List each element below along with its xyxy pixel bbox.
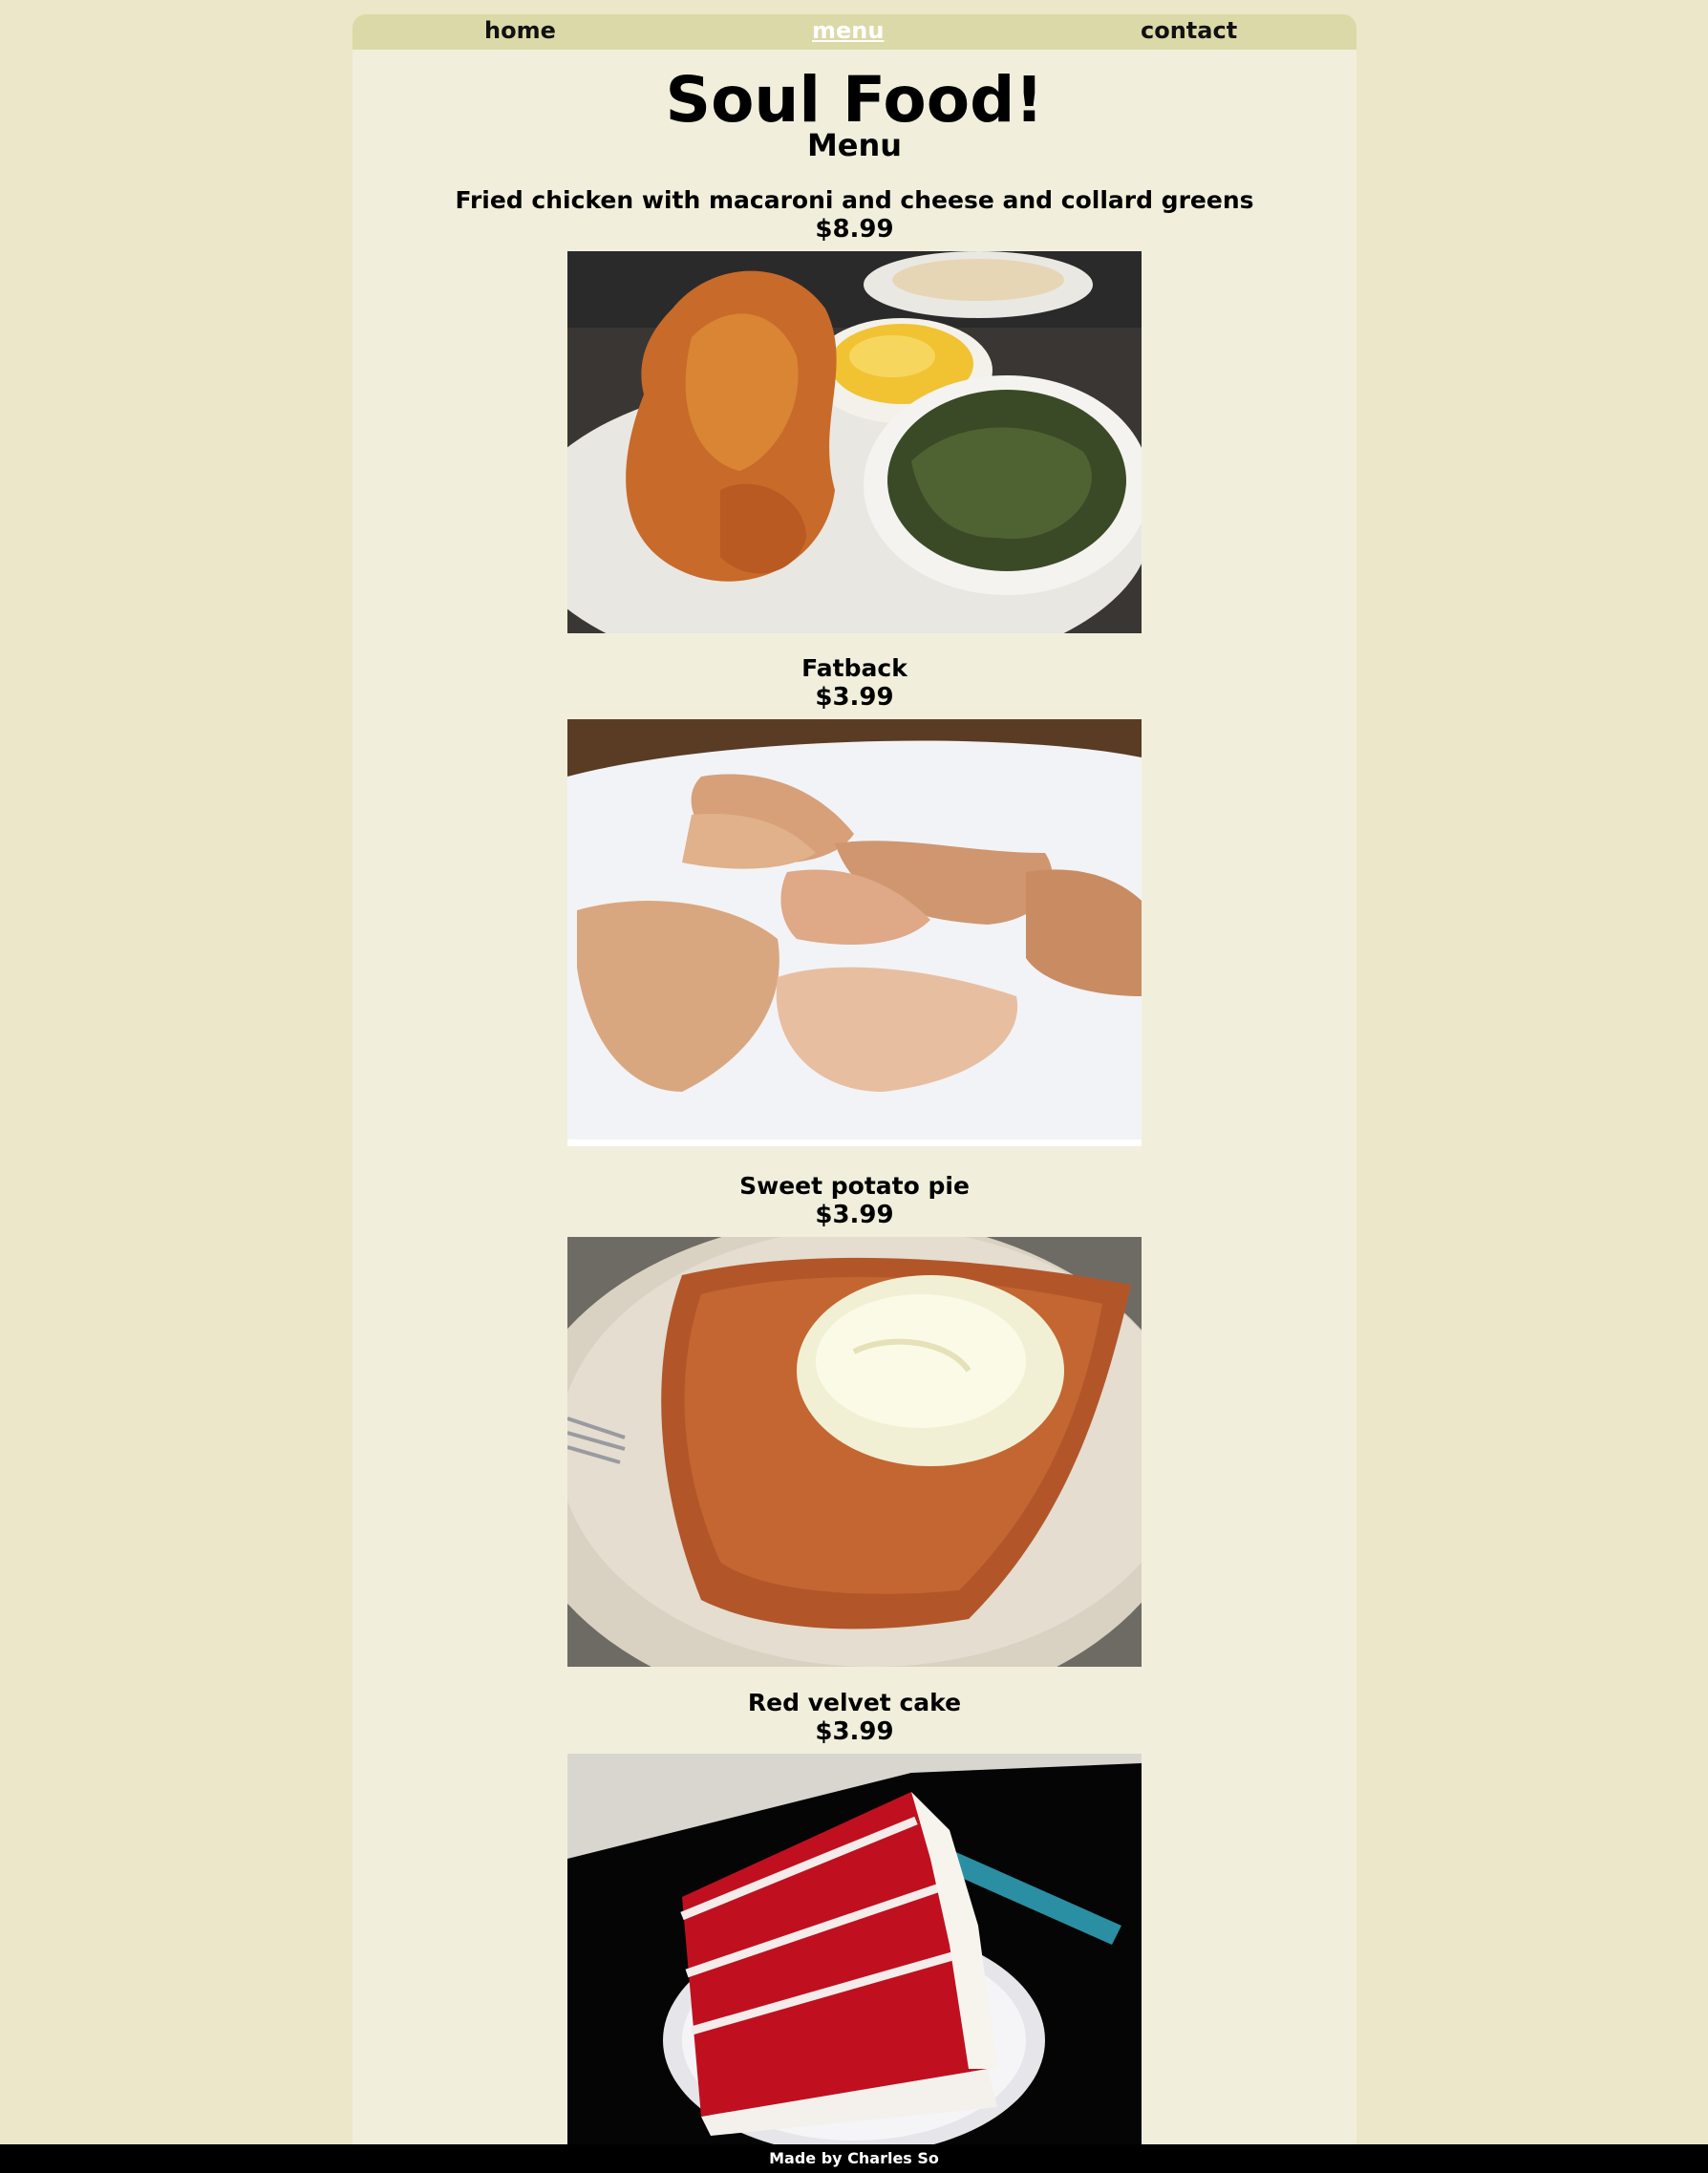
menu-item: Sweet potato pie $3.99 bbox=[352, 1172, 1356, 1229]
menu-item-price: $3.99 bbox=[815, 1717, 894, 1746]
nav-home-link[interactable]: home bbox=[484, 16, 556, 45]
top-nav: home menu contact bbox=[352, 14, 1356, 50]
page-title: Soul Food! bbox=[665, 63, 1044, 137]
nav-menu-link[interactable]: menu bbox=[812, 16, 884, 45]
menu-item-name: Sweet potato pie bbox=[739, 1172, 970, 1200]
menu-item-price: $3.99 bbox=[815, 683, 894, 712]
menu-item-name: Red velvet cake bbox=[747, 1689, 962, 1716]
nav-contact-link[interactable]: contact bbox=[1141, 16, 1237, 45]
menu-item: Red velvet cake $3.99 bbox=[352, 1689, 1356, 1746]
menu-item-price: $8.99 bbox=[815, 215, 894, 244]
menu-item-price: $3.99 bbox=[815, 1201, 894, 1229]
footer-credit: Made by Charles So bbox=[0, 2144, 1708, 2173]
fried-chicken-photo bbox=[567, 251, 1142, 633]
menu-item: Fried chicken with macaroni and cheese a… bbox=[352, 186, 1356, 244]
fatback-photo bbox=[567, 719, 1142, 1146]
page-container: home menu contact Soul Food! Menu Fried … bbox=[352, 14, 1356, 2173]
menu-item-name: Fried chicken with macaroni and cheese a… bbox=[455, 186, 1254, 214]
sweet-potato-pie-photo bbox=[567, 1237, 1142, 1667]
page-subtitle: Menu bbox=[806, 127, 903, 163]
red-velvet-cake-photo bbox=[567, 1754, 1142, 2159]
menu-item: Fatback $3.99 bbox=[352, 654, 1356, 712]
menu-item-name: Fatback bbox=[801, 654, 907, 682]
